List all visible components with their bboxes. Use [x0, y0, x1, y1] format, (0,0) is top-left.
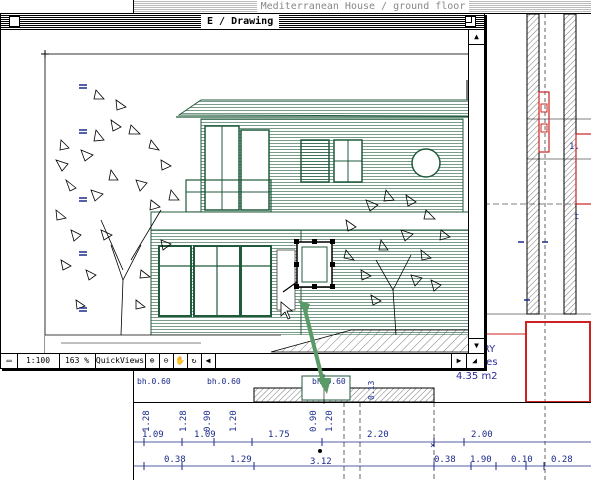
- quickviews-button[interactable]: QuickViews: [95, 354, 146, 368]
- dimension-label: 1.75: [268, 430, 290, 440]
- dimension-label: 0.90: [309, 410, 319, 432]
- dimension-label: 0.38: [434, 455, 456, 465]
- dimension-label: 1.20: [229, 410, 239, 432]
- dimension-label: 0.90: [203, 410, 213, 432]
- lower-window: [240, 245, 272, 317]
- plan-edge-label: 1.: [569, 142, 580, 152]
- scroll-down-arrow-icon[interactable]: ▼: [469, 338, 484, 353]
- dimension-label: 1.28: [179, 410, 189, 432]
- dimension-label: 0.38: [164, 455, 186, 465]
- dimension-label: 3.12: [310, 457, 332, 467]
- floor-slab: [150, 211, 468, 231]
- intersection-mark: ×: [430, 441, 435, 451]
- plan-wall: [526, 14, 540, 315]
- dimension-label: 1.90: [470, 455, 492, 465]
- dimension-label: 2.00: [471, 430, 493, 440]
- hand-icon[interactable]: ✋: [173, 354, 188, 368]
- dimension-label: 0.28: [551, 455, 573, 465]
- lower-window: [158, 245, 192, 317]
- scale-display[interactable]: 1:100: [17, 354, 60, 368]
- bh-label: bh.0.60: [312, 377, 346, 386]
- scroll-right-arrow-icon[interactable]: ▶: [451, 354, 467, 368]
- round-window: [411, 148, 441, 178]
- dimension-label: 0.10: [511, 455, 533, 465]
- roof: [177, 99, 468, 117]
- bh-label: bh.0.60: [137, 377, 171, 386]
- zoom-in-icon[interactable]: ⊕: [145, 354, 160, 368]
- drawing-window-title: E / Drawing: [201, 14, 280, 29]
- bh-label: bh.0.60: [207, 377, 241, 386]
- drawing-window[interactable]: E / Drawing ▲ ▼ ▭ 1:100 163 % QuickViews…: [0, 13, 485, 369]
- zoom-out-icon[interactable]: ⊖: [159, 354, 174, 368]
- plan-wall: [563, 14, 577, 315]
- elevation-drawing-canvas[interactable]: [1, 30, 468, 353]
- upper-window: [240, 129, 270, 211]
- dimension-label: 1.29: [230, 455, 252, 465]
- vertical-scrollbar[interactable]: ▲ ▼: [468, 30, 484, 353]
- resize-grip-icon[interactable]: ◢: [466, 354, 483, 368]
- pantry-room-outline: [525, 321, 591, 403]
- zoom-box-icon[interactable]: [465, 16, 476, 27]
- ruler-icon[interactable]: ▭: [1, 354, 18, 368]
- plan-window-title: Mediterranean House / ground floor: [256, 1, 470, 12]
- louvered-window: [300, 139, 330, 183]
- wall-thickness-label: 0.13: [367, 381, 376, 400]
- close-box-icon[interactable]: [9, 16, 20, 27]
- dimension-label: 1.28: [142, 410, 152, 432]
- zoom-percent-display[interactable]: 163 %: [59, 354, 96, 368]
- plan-window-title-area: Mediterranean House / ground floor: [134, 0, 591, 13]
- drawing-status-bar: ▭ 1:100 163 % QuickViews ⊕ ⊖ ✋ ↻ ◀ ▶ ◢: [1, 353, 484, 368]
- plan-edge-label: t: [574, 212, 579, 222]
- scroll-up-arrow-icon[interactable]: ▲: [469, 30, 484, 45]
- scroll-left-arrow-icon[interactable]: ◀: [201, 354, 216, 368]
- rotate-view-icon[interactable]: ↻: [187, 354, 202, 368]
- dimension-label: 1.20: [325, 410, 335, 432]
- dimension-label: 2.20: [367, 430, 389, 440]
- plan-window-opening: [538, 91, 550, 153]
- room-area: 4.35 m2: [456, 371, 498, 382]
